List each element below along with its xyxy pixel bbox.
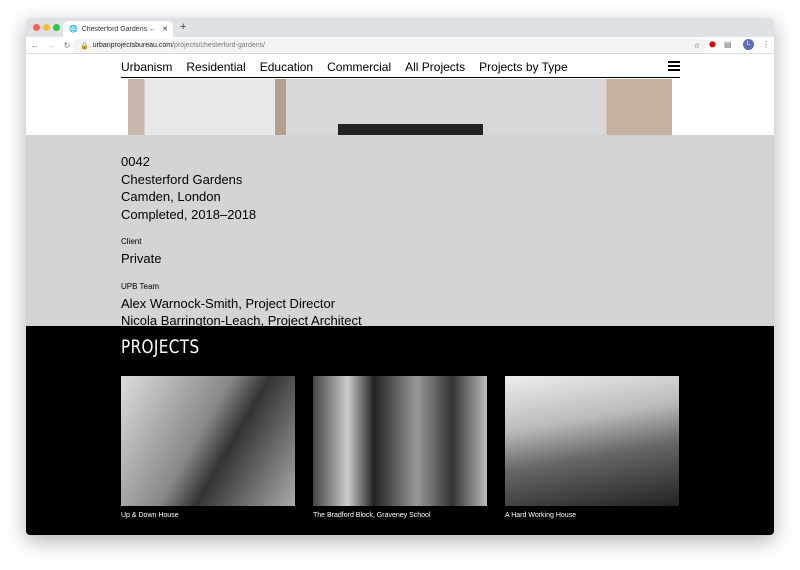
extension-icon[interactable]: ▤ [724, 40, 732, 49]
browser-tab[interactable]: 🌐Chesterford Gardens ← Projects ✕ [63, 21, 173, 37]
projects-title: PROJECTS [121, 336, 200, 358]
project-status: Completed, 2018–2018 [121, 206, 257, 222]
globe-icon: 🌐 [69, 26, 78, 33]
project-name: Chesterford Gardens [121, 171, 243, 187]
project-location: Camden, London [121, 189, 221, 204]
nav-all-projects[interactable]: All Projects [405, 60, 465, 74]
main-nav: Urbanism Residential Education Commercia… [121, 56, 680, 78]
project-info: 0042 Chesterford Gardens Camden, London … [26, 135, 774, 328]
hero-image [128, 79, 672, 135]
minimize-window-button[interactable] [43, 24, 50, 31]
nav-residential[interactable]: Residential [186, 60, 245, 74]
project-caption[interactable]: Up & Down House [121, 512, 295, 519]
profile-avatar[interactable]: L [743, 39, 754, 50]
project-image[interactable] [121, 376, 295, 506]
browser-window: 🌐Chesterford Gardens ← Projects ✕ + ← → ↻… [26, 18, 774, 535]
nav-commercial[interactable]: Commercial [327, 60, 391, 74]
project-card[interactable]: Up & Down House [121, 376, 295, 519]
url-path: /projects/chesterford-gardens/ [172, 42, 266, 49]
close-window-button[interactable] [33, 24, 40, 31]
tab-title: Chesterford Gardens ← Projects [81, 25, 158, 33]
tab-bar: 🌐Chesterford Gardens ← Projects ✕ + [26, 18, 774, 37]
client-value: Private [121, 251, 162, 266]
project-image[interactable] [505, 376, 679, 506]
lock-icon: 🔒 [80, 42, 89, 50]
client-label: Client [121, 237, 142, 246]
back-icon[interactable]: ← [28, 41, 42, 50]
maximize-window-button[interactable] [53, 24, 60, 31]
nav-urbanism[interactable]: Urbanism [121, 60, 172, 74]
project-number: 0042 [121, 154, 150, 169]
page: Urbanism Residential Education Commercia… [26, 54, 774, 535]
project-caption[interactable]: The Bradford Block, Graveney School [313, 512, 487, 519]
more-menu-icon[interactable]: ⋮ [762, 40, 770, 49]
url-domain: urbanprojectsbureau.com [92, 42, 173, 49]
forward-icon[interactable]: → [44, 41, 58, 50]
close-tab-icon[interactable]: ✕ [162, 25, 168, 33]
star-icon[interactable]: ☆ [694, 42, 700, 50]
team-member: Alex Warnock-Smith, Project Director [121, 295, 336, 311]
project-card[interactable]: A Hard Working House [505, 376, 679, 519]
nav-projects-by-type[interactable]: Projects by Type [479, 60, 568, 74]
hamburger-menu-icon[interactable] [668, 61, 680, 73]
url-input[interactable]: 🔒 urbanprojectsbureau.com/projects/cheste… [72, 39, 706, 52]
lamp [338, 124, 483, 135]
adblock-icon[interactable]: ⬣ [709, 40, 716, 49]
project-caption[interactable]: A Hard Working House [505, 512, 679, 519]
new-tab-button[interactable]: + [180, 21, 186, 33]
nav-education[interactable]: Education [260, 60, 313, 74]
team-label: UPB Team [121, 281, 160, 291]
project-card[interactable]: The Bradford Block, Graveney School [313, 376, 487, 519]
projects-section: PROJECTS Up & Down House The Bradford Bl… [26, 326, 774, 535]
project-image[interactable] [313, 376, 487, 506]
address-bar: ← → ↻ 🔒 urbanprojectsbureau.com/projects/… [26, 37, 774, 54]
